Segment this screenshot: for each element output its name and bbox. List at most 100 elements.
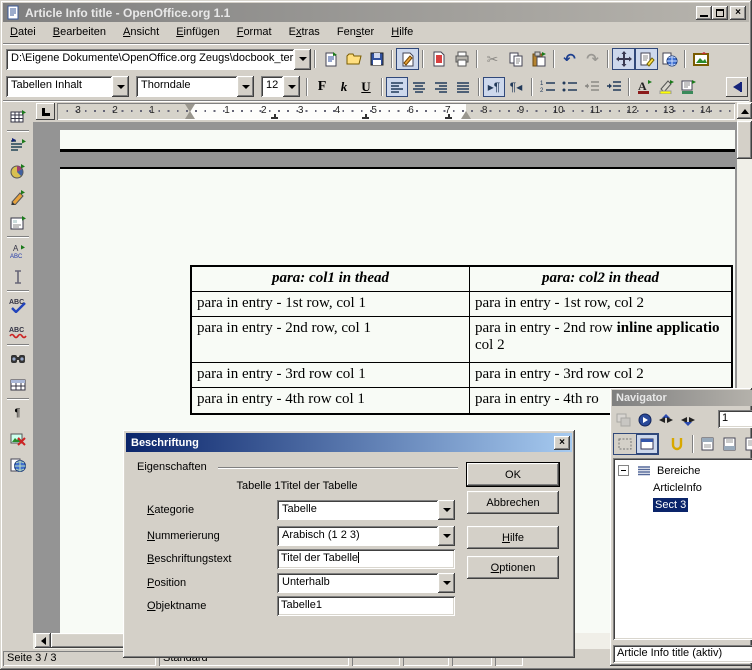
title-bar[interactable]: Article Info title - OpenOffice.org 1.1 … [3, 3, 749, 22]
autospellcheck-icon[interactable]: ABC [6, 320, 29, 342]
next-icon[interactable] [678, 410, 700, 430]
font-size-value[interactable]: 12 [261, 76, 283, 97]
new-document-icon[interactable] [319, 48, 342, 70]
graphics-onoff-icon[interactable] [6, 428, 29, 450]
position-value[interactable]: Unterhalb [277, 573, 438, 593]
table-cell[interactable]: para in entry - 2nd row inline applicati… [470, 317, 731, 362]
font-size-combobox[interactable]: 12 [261, 76, 300, 97]
menu-datei[interactable]: Datei [3, 23, 43, 41]
table-cell[interactable]: para in entry - 1st row, col 2 [470, 292, 731, 316]
table-header-cell[interactable]: para: col1 in thead [192, 267, 470, 291]
nummerierung-value[interactable]: Arabisch (1 2 3) [277, 526, 438, 546]
gallery-icon[interactable] [689, 48, 712, 70]
beschriftungstext-input[interactable]: Titel der Tabelle [277, 549, 455, 569]
table-cell[interactable]: para in entry - 2nd row, col 1 [192, 317, 470, 362]
tab-type-button[interactable] [36, 103, 55, 120]
paragraph-background-icon[interactable] [677, 77, 699, 97]
menu-hilfe[interactable]: Hilfe [384, 23, 420, 41]
decrease-indent-icon[interactable] [580, 77, 602, 97]
print-icon[interactable] [450, 48, 473, 70]
save-icon[interactable] [365, 48, 388, 70]
draw-functions-icon[interactable] [6, 186, 29, 208]
tree-item-articleinfo[interactable]: ArticleInfo [613, 479, 752, 496]
navigator-icon[interactable] [612, 48, 635, 70]
tree-label-selected[interactable]: Sect 3 [653, 498, 688, 512]
ltr-icon[interactable]: ▸¶ [483, 77, 505, 97]
size-dropdown-icon[interactable] [283, 76, 300, 97]
url-dropdown-icon[interactable] [294, 49, 311, 70]
anchor-icon[interactable] [740, 434, 752, 454]
scroll-up-icon[interactable] [737, 103, 752, 119]
page-spinner[interactable]: 1 [718, 410, 752, 428]
objektname-input[interactable]: Tabelle1 [277, 596, 455, 616]
footer-icon[interactable] [718, 434, 740, 454]
menu-extras[interactable]: Extras [282, 23, 327, 41]
table-cell[interactable]: para in entry - 4th row col 1 [192, 388, 470, 413]
menu-fenster[interactable]: Fenster [330, 23, 381, 41]
bullet-list-icon[interactable] [558, 77, 580, 97]
data-sources-icon[interactable] [6, 374, 29, 396]
toggle-icon[interactable] [612, 410, 634, 430]
kategorie-value[interactable]: Tabelle [277, 500, 438, 520]
menu-bearbeiten[interactable]: Bearbeiten [46, 23, 113, 41]
italic-button[interactable]: k [333, 77, 355, 97]
menu-einfuegen[interactable]: Einfügen [169, 23, 226, 41]
highlighting-icon[interactable] [655, 77, 677, 97]
vertical-scroll-thumb[interactable] [737, 121, 752, 159]
undo-icon[interactable]: ↶ [558, 48, 581, 70]
cut-icon[interactable]: ✂ [481, 48, 504, 70]
menu-ansicht[interactable]: Ansicht [116, 23, 166, 41]
navigation-icon[interactable] [634, 410, 656, 430]
close-icon[interactable]: × [730, 6, 746, 20]
form-functions-icon[interactable] [6, 212, 29, 234]
set-reminder-icon[interactable] [666, 434, 688, 454]
kategorie-combobox[interactable]: Tabelle [277, 500, 455, 520]
nonprinting-characters-icon[interactable]: ¶ [6, 402, 29, 424]
insert-object-icon[interactable] [6, 160, 29, 182]
abbrechen-button[interactable]: Abbrechen [467, 491, 559, 514]
hilfe-button[interactable]: Hilfe [467, 526, 559, 549]
table-cell[interactable]: para in entry - 1st row, col 1 [192, 292, 470, 316]
font-dropdown-icon[interactable] [237, 76, 254, 97]
content-view-master-icon[interactable] [636, 434, 658, 454]
edit-file-icon[interactable] [396, 48, 419, 70]
collapse-icon[interactable] [618, 465, 629, 476]
url-combobox[interactable]: D:\Eigene Dokumente\OpenOffice.org Zeugs… [6, 49, 311, 70]
ruler-strip[interactable]: 3211234567891011121314 [57, 103, 735, 120]
paragraph-style-value[interactable]: Tabellen Inhalt [6, 76, 112, 97]
insert-table-icon[interactable] [6, 106, 29, 128]
font-name-combobox[interactable]: Thorndale [136, 76, 254, 97]
nummerierung-dropdown-icon[interactable] [438, 526, 455, 546]
style-dropdown-icon[interactable] [112, 76, 129, 97]
tree-label[interactable]: ArticleInfo [653, 482, 702, 494]
align-right-icon[interactable] [430, 77, 452, 97]
spellcheck-icon[interactable]: ABC [6, 294, 29, 316]
navigator-title-bar[interactable]: Navigator [612, 390, 752, 406]
font-name-value[interactable]: Thorndale [136, 76, 237, 97]
ok-button[interactable]: OK [467, 463, 559, 486]
tab-stop-marker[interactable] [362, 114, 369, 119]
maximize-icon[interactable] [712, 6, 728, 20]
align-left-icon[interactable] [386, 77, 408, 97]
font-color-icon[interactable]: A [633, 77, 655, 97]
stylist-icon[interactable] [635, 48, 658, 70]
table-header-cell[interactable]: para: col2 in thead [470, 267, 731, 291]
align-justify-icon[interactable] [452, 77, 474, 97]
header-icon[interactable] [697, 434, 719, 454]
dialog-close-icon[interactable]: × [554, 436, 570, 450]
tree-label[interactable]: Bereiche [657, 465, 700, 477]
backward-icon[interactable] [726, 77, 748, 97]
url-value[interactable]: D:\Eigene Dokumente\OpenOffice.org Zeugs… [6, 49, 294, 70]
content-view-icon[interactable] [614, 434, 636, 454]
rtl-icon[interactable]: ¶◂ [505, 77, 527, 97]
minimize-icon[interactable] [696, 6, 712, 20]
find-replace-icon[interactable] [6, 348, 29, 370]
online-layout-icon[interactable] [6, 454, 29, 476]
paragraph-style-combobox[interactable]: Tabellen Inhalt [6, 76, 129, 97]
bold-button[interactable]: F [311, 77, 333, 97]
previous-icon[interactable] [656, 410, 678, 430]
table-cell[interactable]: para in entry - 3rd row col 1 [192, 363, 470, 387]
copy-icon[interactable] [504, 48, 527, 70]
paste-icon[interactable] [527, 48, 550, 70]
tree-item-sect3[interactable]: Sect 3 [613, 496, 752, 513]
